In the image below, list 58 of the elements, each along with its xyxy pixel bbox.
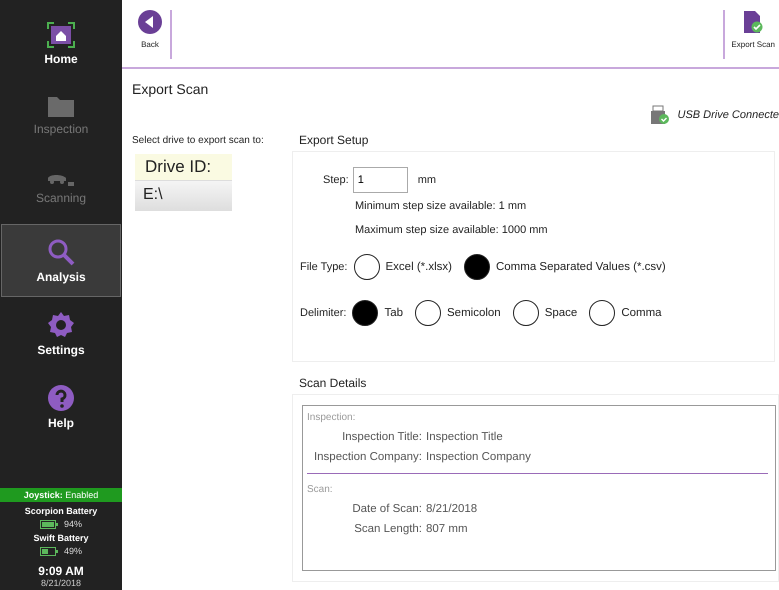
settings-icon: [47, 310, 75, 338]
group-title: Scan Details: [299, 376, 368, 390]
radio-button[interactable]: [589, 300, 616, 326]
export-scan-button[interactable]: Export Scan: [725, 0, 779, 67]
search-icon: [47, 238, 75, 266]
detail-value: Inspection Company: [426, 451, 531, 463]
option-label: Comma: [621, 307, 662, 319]
option-label: Excel (*.xlsx): [386, 261, 452, 273]
option-label: Comma Separated Values (*.csv): [496, 261, 666, 273]
back-icon: [138, 10, 162, 34]
document-check-icon: [743, 10, 764, 34]
nav-item[interactable]: Settings: [1, 297, 121, 370]
battery-icon: [40, 546, 58, 556]
detail-value: 8/21/2018: [426, 503, 478, 515]
battery-reading: 94%: [64, 519, 82, 529]
detail-label: Scan Length:: [353, 523, 422, 535]
section-heading: Inspection:: [307, 412, 356, 423]
battery-name: Swift Battery: [33, 533, 88, 543]
usb-drive-icon: [650, 105, 670, 125]
column-header: Drive ID:: [135, 154, 232, 181]
home-icon: [47, 22, 75, 48]
group-title: Export Setup: [299, 133, 370, 147]
option-label: Tab: [384, 307, 403, 319]
radio-button[interactable]: [415, 300, 441, 326]
file-type-label: File Type:: [300, 261, 348, 273]
step-field[interactable]: 1: [352, 167, 408, 193]
detail-value: 807 mm: [426, 523, 468, 535]
back-button[interactable]: Back: [130, 0, 170, 67]
step-label: Step:: [323, 174, 349, 186]
radio-button[interactable]: [352, 300, 378, 326]
radio-button[interactable]: [512, 300, 539, 326]
delimiter-label: Delimiter:: [300, 307, 346, 319]
detail-label: Inspection Title:: [341, 431, 422, 443]
radio-button[interactable]: [354, 254, 380, 280]
battery-icon: [40, 520, 58, 528]
detail-label: Date of Scan:: [351, 503, 422, 515]
usb-status: USB Drive Connecte: [678, 109, 779, 121]
detail-value: Inspection Title: [426, 431, 503, 443]
option-label: Semicolon: [447, 307, 501, 319]
unit-label: mm: [418, 174, 436, 186]
joystick-status: Joystick: Enabled: [0, 488, 122, 502]
nav-item[interactable]: Help: [1, 370, 121, 443]
radio-button[interactable]: [464, 254, 490, 280]
battery-reading: 49%: [64, 546, 82, 556]
min-step-note: Minimum step size available: 1 mm: [355, 200, 528, 212]
option-label: Space: [544, 307, 578, 319]
page-title: Export Scan: [132, 81, 208, 97]
nav-item[interactable]: Analysis: [1, 224, 121, 297]
help-icon: [47, 384, 75, 412]
drive-row[interactable]: E:\: [135, 181, 232, 211]
nav-item[interactable]: Home: [1, 22, 121, 78]
drive-prompt: Select drive to export scan to:: [132, 135, 265, 146]
battery-name: Scorpion Battery: [24, 506, 98, 516]
max-step-note: Maximum step size available: 1000 mm: [355, 224, 549, 236]
clock-time: 9:09 AM: [38, 564, 84, 578]
clock-date: 8/21/2018: [40, 578, 82, 588]
section-heading: Scan:: [307, 484, 334, 495]
detail-label: Inspection Company:: [312, 451, 422, 463]
